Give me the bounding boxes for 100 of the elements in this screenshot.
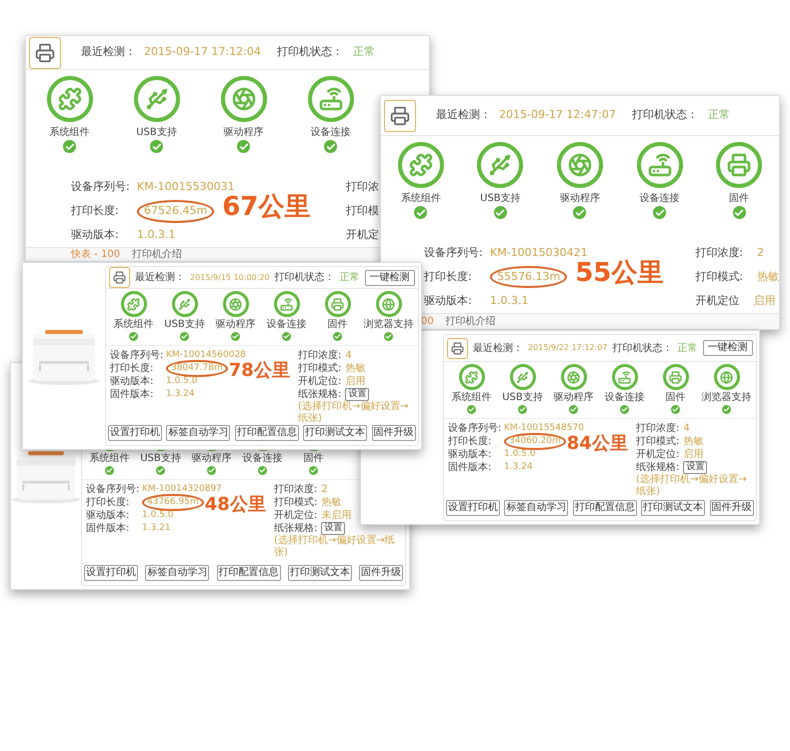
component-label: 驱动程序 bbox=[554, 392, 594, 404]
action-button[interactable]: 固件升级 bbox=[372, 425, 416, 441]
status-value: 正常 bbox=[708, 107, 730, 124]
info-value: 2 bbox=[321, 483, 328, 496]
status-label: 打印机状态： bbox=[276, 44, 343, 60]
info-label: 打印浓度: bbox=[298, 349, 342, 362]
check-icon bbox=[620, 405, 629, 414]
info-label: 纸张规格: bbox=[636, 461, 680, 474]
globe-icon bbox=[714, 364, 740, 390]
check-icon bbox=[63, 140, 76, 154]
action-button[interactable]: 标签自动学习 bbox=[166, 425, 230, 441]
globe-icon bbox=[376, 291, 402, 317]
action-button[interactable]: 打印测试文本 bbox=[303, 425, 368, 441]
info-label: 开机定 bbox=[346, 227, 379, 244]
action-button[interactable]: 标签自动学习 bbox=[145, 565, 210, 581]
check-icon bbox=[156, 466, 165, 475]
info-value: KM-10015548570 bbox=[504, 422, 584, 435]
circled-length-value: 43766.95m bbox=[142, 494, 204, 512]
component-label: USB支持 bbox=[480, 193, 521, 206]
component-label: 设备连接 bbox=[640, 193, 680, 206]
action-button[interactable]: 固件升级 bbox=[710, 500, 754, 516]
puzzle-icon bbox=[458, 364, 484, 390]
info-value: 1.3.24 bbox=[166, 388, 195, 401]
component-label: 设备连接 bbox=[604, 392, 644, 404]
info-label: 打印长度: bbox=[71, 203, 120, 220]
action-button[interactable]: 打印测试文本 bbox=[288, 565, 352, 581]
puzzle-icon bbox=[46, 76, 92, 122]
action-button[interactable]: 打印测试文本 bbox=[641, 500, 706, 516]
info-value: 1.3.24 bbox=[504, 460, 533, 474]
footer-link[interactable]: 打印机介绍 bbox=[446, 316, 496, 328]
footer-link[interactable]: 打印机介绍 bbox=[132, 248, 182, 261]
info-value: 1.0.3.1 bbox=[137, 227, 176, 244]
check-icon bbox=[282, 332, 291, 341]
info-label: 打印长度: bbox=[86, 496, 130, 510]
component-label: 固件 bbox=[729, 193, 750, 206]
detect-button[interactable]: 一键检测 bbox=[702, 340, 752, 356]
info-value: 4 bbox=[345, 349, 352, 362]
check-icon bbox=[129, 332, 138, 341]
printer-icon bbox=[324, 291, 350, 317]
component-label: 系统组件 bbox=[452, 392, 492, 404]
router-icon bbox=[274, 291, 300, 317]
status-label: 打印机状态： bbox=[612, 342, 672, 356]
action-button[interactable]: 固件升级 bbox=[359, 565, 403, 581]
check-icon bbox=[722, 405, 731, 414]
action-button[interactable]: 打印配置信息 bbox=[216, 565, 280, 581]
puzzle-icon bbox=[120, 291, 146, 317]
component-label: 驱动程序 bbox=[192, 453, 232, 465]
info-value: 热敏 bbox=[757, 268, 779, 285]
action-button[interactable]: 打印配置信息 bbox=[572, 500, 637, 516]
setting-button[interactable]: 设置 bbox=[345, 388, 370, 401]
component-label: USB支持 bbox=[136, 127, 177, 140]
router-icon bbox=[308, 76, 354, 122]
component-label: 浏览器支持 bbox=[702, 392, 752, 404]
check-icon bbox=[494, 206, 507, 220]
info-label: 设备序列号: bbox=[86, 482, 138, 496]
info-value: 热敏 bbox=[683, 435, 704, 448]
component-label: 设备连接 bbox=[242, 453, 282, 465]
info-label: 开机定位: bbox=[274, 509, 318, 522]
action-button[interactable]: 标签自动学习 bbox=[504, 500, 568, 516]
info-value: 1.3.21 bbox=[142, 522, 171, 535]
info-value: KM-10014560028 bbox=[166, 348, 246, 362]
setting-button[interactable]: 设置 bbox=[683, 461, 708, 474]
check-time: 2015-09-17 17:12:04 bbox=[144, 44, 261, 60]
printer-icon bbox=[109, 267, 130, 288]
info-value: 启用 bbox=[683, 448, 704, 461]
check-icon bbox=[258, 466, 267, 475]
info-value: 1.0.5.0 bbox=[166, 374, 198, 388]
info-label: 纸张规格: bbox=[298, 388, 342, 400]
info-label: 开机定位: bbox=[636, 448, 680, 461]
circled-length-value: 38047.78m bbox=[166, 360, 228, 378]
info-label: 打印模 bbox=[346, 203, 379, 220]
info-label: 打印模式: bbox=[695, 268, 743, 285]
circled-length-value: 67526.45m bbox=[137, 200, 214, 223]
info-label: 开机定位 bbox=[695, 292, 740, 309]
component-label: 系统组件 bbox=[400, 193, 441, 206]
setting-button[interactable]: 设置 bbox=[321, 522, 346, 535]
check-icon bbox=[105, 466, 114, 475]
action-button[interactable]: 打印配置信息 bbox=[234, 425, 299, 441]
info-label: 打印模式: bbox=[636, 435, 680, 448]
info-label: 驱动版本: bbox=[110, 374, 154, 388]
check-icon bbox=[231, 332, 240, 341]
check-icon bbox=[414, 206, 428, 220]
component-label: USB支持 bbox=[164, 319, 205, 331]
paper-hint: (选择打印机→偏好设置→纸张) bbox=[274, 535, 396, 559]
status-label: 打印机状态： bbox=[632, 107, 698, 124]
usb-icon bbox=[172, 291, 198, 317]
printer-icon bbox=[447, 338, 468, 358]
info-value: 热敏 bbox=[345, 362, 366, 375]
info-label: 驱动版本: bbox=[424, 292, 473, 309]
action-button[interactable]: 设置打印机 bbox=[108, 425, 162, 441]
info-label: 打印模式: bbox=[298, 362, 342, 375]
component-label: 固件 bbox=[328, 319, 348, 331]
usb-icon bbox=[134, 76, 180, 122]
action-button[interactable]: 设置打印机 bbox=[84, 565, 138, 581]
info-label: 开机定位: bbox=[298, 375, 342, 388]
action-button[interactable]: 设置打印机 bbox=[446, 500, 500, 516]
status-value: 正常 bbox=[340, 270, 360, 285]
paper-hint: (选择打印机→偏好设置→纸张) bbox=[298, 401, 410, 425]
detect-button[interactable]: 一键检测 bbox=[364, 270, 414, 286]
info-label: 纸张规格: bbox=[274, 522, 318, 534]
